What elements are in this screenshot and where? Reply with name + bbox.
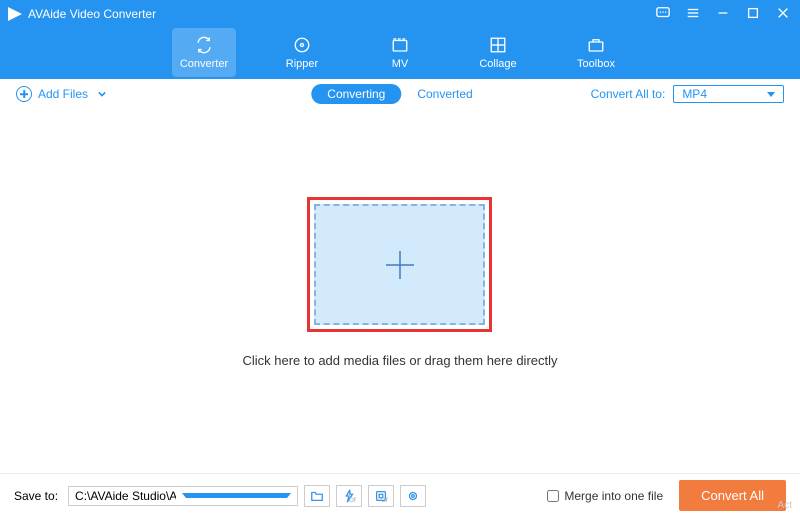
tab-converting[interactable]: Converting bbox=[311, 84, 401, 104]
nav-collage[interactable]: Collage bbox=[466, 28, 530, 77]
triangle-down-icon bbox=[767, 92, 775, 97]
app-title: AVAide Video Converter bbox=[28, 7, 156, 21]
ripper-icon bbox=[293, 36, 311, 54]
lightning-icon: OFF bbox=[342, 489, 356, 503]
high-speed-toggle[interactable]: OFF bbox=[336, 485, 362, 507]
segment-control: Converting Converted bbox=[311, 84, 488, 104]
open-folder-button[interactable] bbox=[304, 485, 330, 507]
plus-icon bbox=[382, 247, 418, 283]
convert-all-button[interactable]: Convert All bbox=[679, 480, 786, 511]
drop-zone[interactable] bbox=[314, 204, 485, 325]
title-bar: AVAide Video Converter Converter Ripper … bbox=[0, 0, 800, 79]
chip-icon: OFF bbox=[374, 489, 388, 503]
format-select[interactable]: MP4 bbox=[673, 85, 784, 103]
tab-converted[interactable]: Converted bbox=[401, 84, 488, 104]
merge-checkbox[interactable]: Merge into one file bbox=[547, 489, 663, 503]
plus-circle-icon bbox=[16, 86, 32, 102]
convert-all-to: Convert All to: MP4 bbox=[591, 85, 784, 103]
save-to-label: Save to: bbox=[14, 489, 58, 503]
settings-button[interactable] bbox=[400, 485, 426, 507]
nav-toolbox[interactable]: Toolbox bbox=[564, 28, 628, 77]
triangle-down-icon bbox=[182, 493, 291, 498]
drop-zone-highlight bbox=[307, 197, 492, 332]
main-area: Click here to add media files or drag th… bbox=[0, 109, 800, 442]
sub-toolbar: Add Files Converting Converted Convert A… bbox=[0, 79, 800, 109]
save-path-select[interactable]: C:\AVAide Studio\AVAid...eo Converter\Co… bbox=[68, 486, 298, 506]
gear-icon bbox=[406, 489, 420, 503]
svg-text:OFF: OFF bbox=[381, 497, 388, 503]
merge-checkbox-input[interactable] bbox=[547, 490, 559, 502]
app-logo-icon bbox=[8, 7, 22, 21]
menu-icon[interactable] bbox=[686, 6, 700, 20]
nav-mv[interactable]: MV bbox=[368, 28, 432, 77]
nav-converter[interactable]: Converter bbox=[172, 28, 236, 77]
main-nav: Converter Ripper MV Collage Toolbox bbox=[0, 28, 800, 77]
svg-text:OFF: OFF bbox=[349, 497, 356, 503]
gpu-accel-toggle[interactable]: OFF bbox=[368, 485, 394, 507]
collage-icon bbox=[489, 36, 507, 54]
close-icon[interactable] bbox=[776, 6, 790, 20]
window-controls bbox=[656, 6, 790, 20]
folder-icon bbox=[310, 489, 324, 503]
instruction-text: Click here to add media files or drag th… bbox=[0, 353, 800, 368]
chevron-down-icon[interactable] bbox=[98, 87, 106, 101]
footer-bar: Save to: C:\AVAide Studio\AVAid...eo Con… bbox=[0, 473, 800, 517]
add-files-button[interactable]: Add Files bbox=[16, 86, 106, 102]
maximize-icon[interactable] bbox=[746, 6, 760, 20]
minimize-icon[interactable] bbox=[716, 6, 730, 20]
feedback-icon[interactable] bbox=[656, 6, 670, 20]
toolbox-icon bbox=[587, 36, 605, 54]
mv-icon bbox=[391, 36, 409, 54]
nav-ripper[interactable]: Ripper bbox=[270, 28, 334, 77]
converter-icon bbox=[195, 36, 213, 54]
